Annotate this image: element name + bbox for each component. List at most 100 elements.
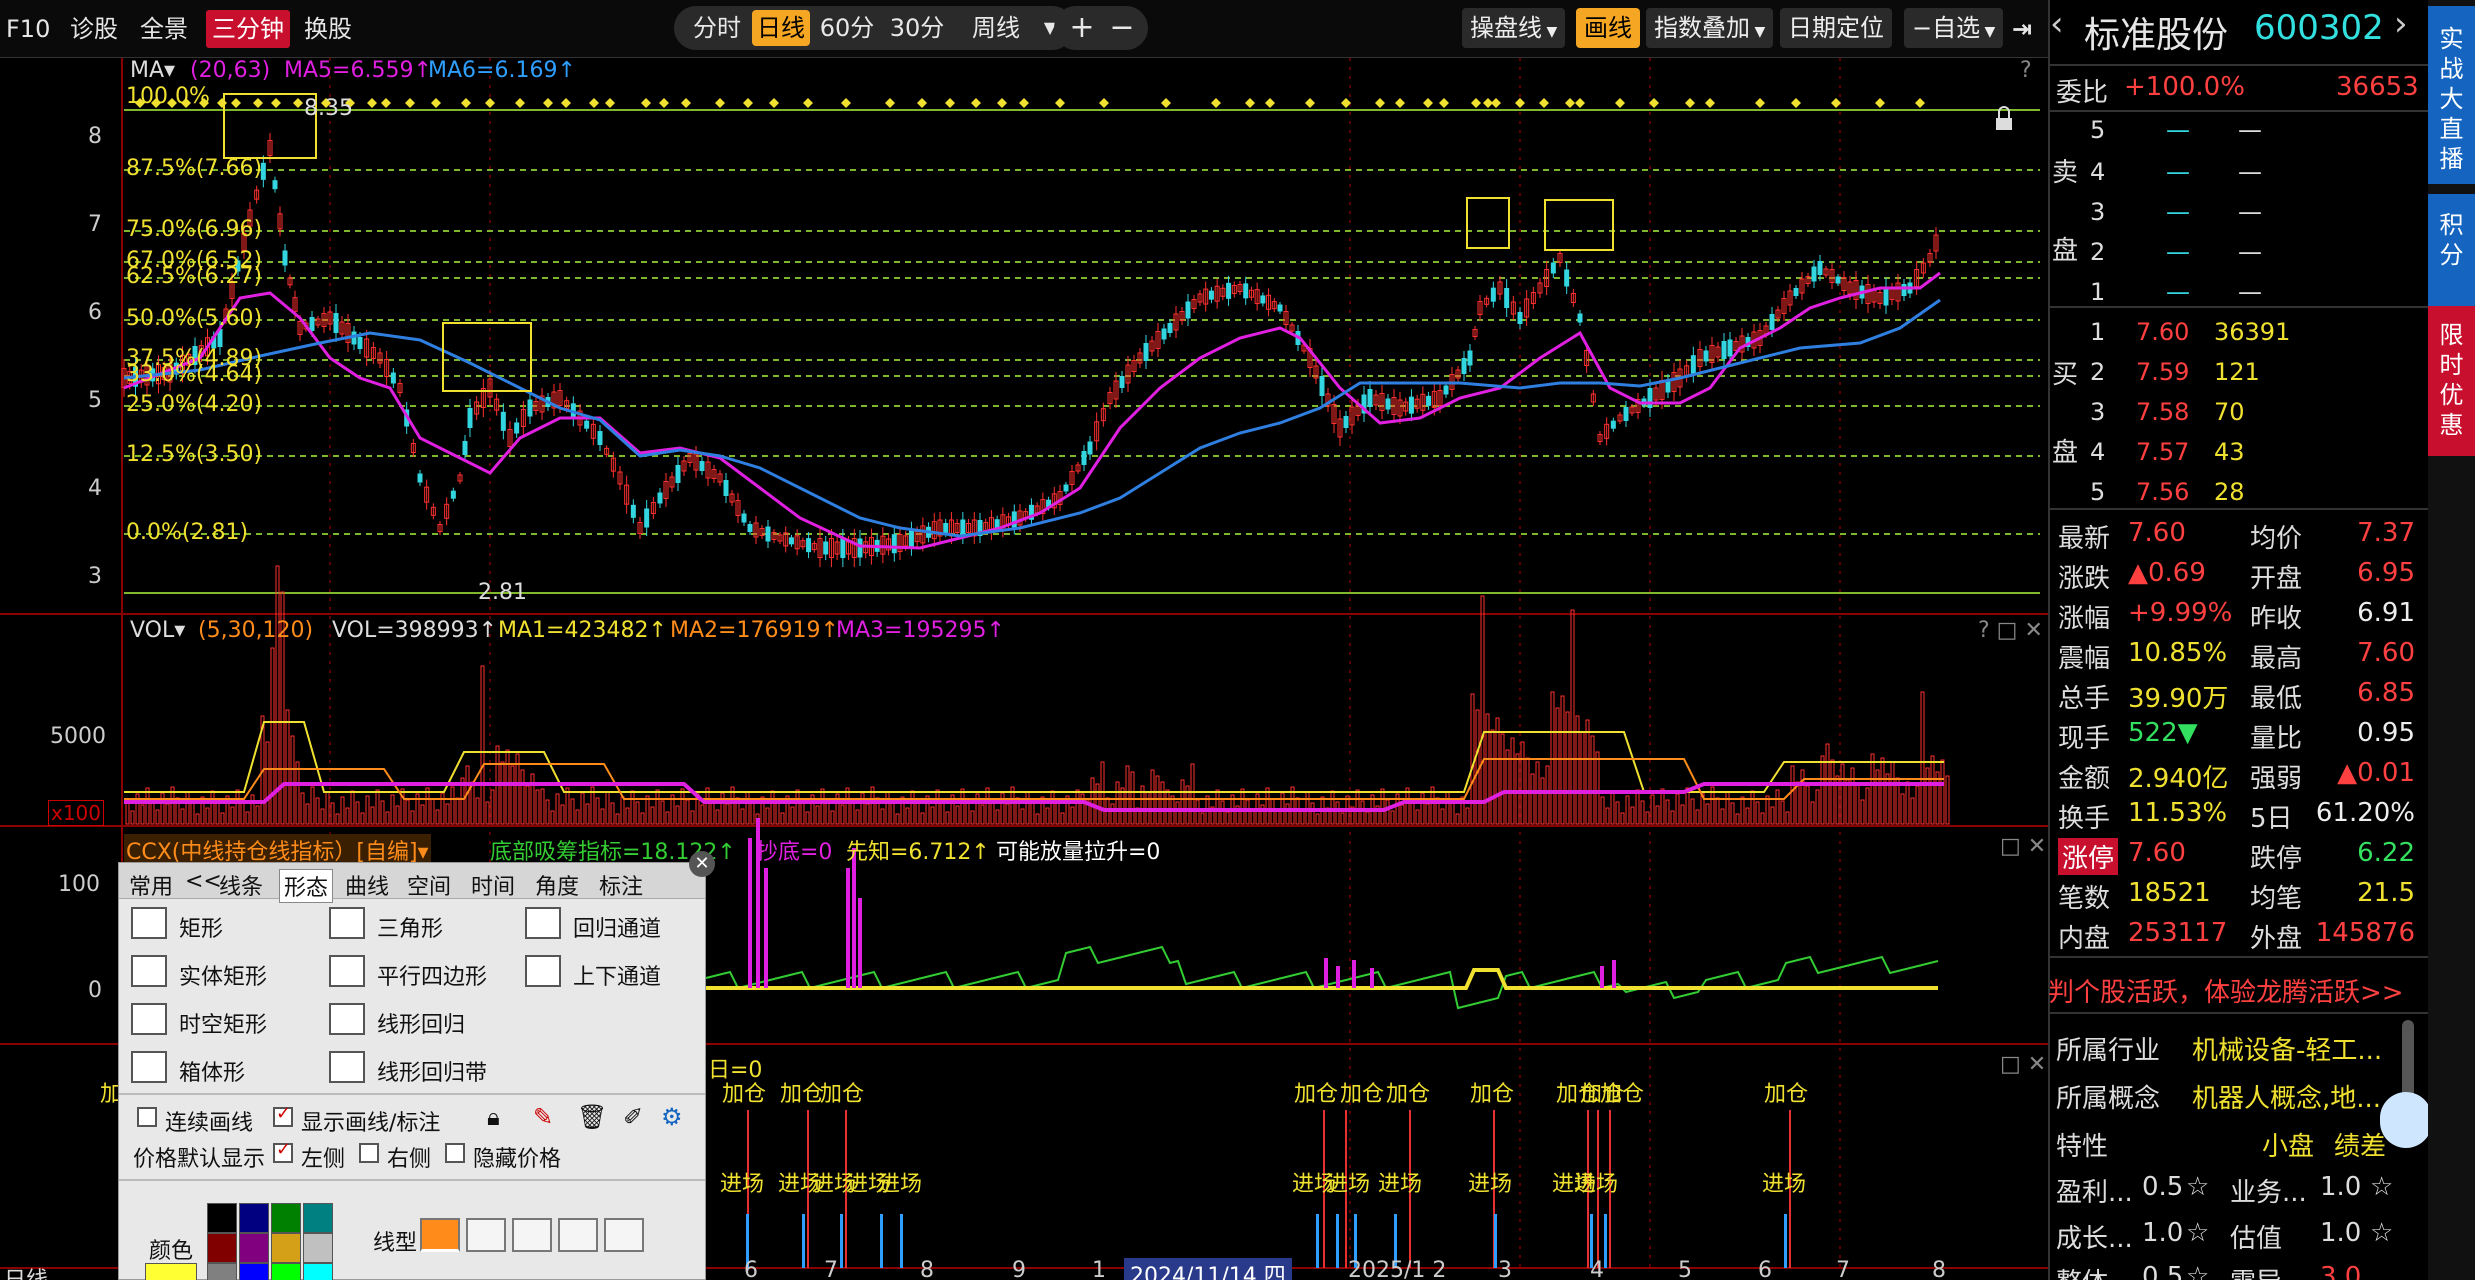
candle-body [699,461,705,471]
tab-shapes[interactable]: 形态 [279,869,334,903]
line-type-option[interactable] [512,1218,552,1252]
shape-regression-band[interactable]: 线形回归带 [377,1055,487,1087]
shape-box[interactable]: 箱体形 [179,1055,245,1087]
continuous-checkbox[interactable] [137,1107,157,1127]
color-swatch[interactable] [271,1203,301,1233]
ccx-pane-controls[interactable]: □ ✕ [2000,834,2046,859]
tab-lines[interactable]: 线条 [219,869,263,901]
date-locate-button[interactable]: 日期定位 [1780,8,1892,48]
show-drawings-checkbox[interactable]: ✓ [273,1103,293,1127]
dropdown-icon: ▼ [1542,24,1558,40]
tab-common[interactable]: 常用 [129,869,173,901]
tab-curves[interactable]: 曲线 [345,869,389,901]
operate-line-button[interactable]: 操盘线 ▼ [1462,8,1566,48]
watchlist-button[interactable]: −自选 ▼ [1904,8,2004,48]
concept-value[interactable]: 机器人概念,地... [2192,1078,2381,1115]
lock-icon[interactable]: 🔒︎ [487,1103,500,1131]
shape-parallelogram[interactable]: 平行四边形 [377,959,487,991]
color-swatch[interactable] [239,1263,269,1280]
candle-body [1185,301,1191,319]
next-stock-icon[interactable]: › [2394,4,2408,44]
period-60min[interactable]: 60分 [816,10,878,46]
timespace-rect-icon[interactable] [131,1003,167,1035]
period-daily[interactable]: 日线 [752,10,810,46]
hide-price-checkbox[interactable] [445,1143,465,1163]
color-swatch[interactable] [239,1203,269,1233]
brush-icon[interactable]: ✐ [623,1103,643,1131]
box-shape-icon[interactable] [131,1051,167,1083]
fullscreen-button[interactable]: 全景 [140,10,188,48]
tab-annotate[interactable]: 标注 [599,869,643,901]
left-checkbox[interactable]: ✓ [273,1139,293,1163]
color-swatch[interactable] [303,1263,333,1280]
shape-rectangle[interactable]: 矩形 [179,911,223,943]
regression-channel-icon[interactable] [525,907,561,939]
current-color-swatch[interactable] [145,1263,197,1280]
f10-button[interactable]: F10 [6,10,50,48]
line-type-option[interactable] [466,1218,506,1252]
parallelogram-icon[interactable] [329,955,365,987]
zoom-out-button[interactable]: − [1106,10,1138,46]
assistant-avatar[interactable] [2380,1092,2432,1148]
tab-angle[interactable]: 角度 [535,869,579,901]
diagnose-button[interactable]: 诊股 [70,10,118,48]
solid-rectangle-icon[interactable] [131,955,167,987]
prev-stock-icon[interactable]: ‹ [2050,4,2064,44]
ma-menu[interactable]: MA▾ [130,58,175,83]
updown-channel-icon[interactable] [525,955,561,987]
shape-updown-channel[interactable]: 上下通道 [573,959,661,991]
vol-pane-controls[interactable]: ? □ ✕ [1978,618,2043,643]
color-swatch[interactable] [207,1263,237,1280]
help-icon[interactable]: ? [2020,58,2032,83]
shape-triangle[interactable]: 三角形 [377,911,443,943]
points-tab[interactable]: 积分 [2428,194,2475,310]
volume-bar [1165,789,1170,825]
index-overlay-button[interactable]: 指数叠加 ▼ [1646,8,1774,48]
promo-link[interactable]: 判个股活跃，体验龙腾活跃>> [2048,972,2404,1009]
trash-icon[interactable]: 🗑︎ [577,1103,607,1131]
draw-line-button[interactable]: 画线 [1576,8,1640,48]
limited-offer-tab[interactable]: 限时优惠 [2428,306,2475,456]
right-checkbox[interactable] [359,1143,379,1163]
color-swatch[interactable] [271,1233,301,1263]
collapse-icon[interactable]: ⇥ [2012,10,2032,48]
industry-value[interactable]: 机械设备-轻工... [2192,1030,2382,1067]
tab-space[interactable]: 空间 [407,869,451,901]
period-fenshi[interactable]: 分时 [684,10,750,46]
color-swatch[interactable] [239,1233,269,1263]
color-swatch[interactable] [303,1203,333,1233]
regression-band-icon[interactable] [329,1051,365,1083]
linear-regression-icon[interactable] [329,1003,365,1035]
shape-linear-regression[interactable]: 线形回归 [377,1007,465,1039]
volume-bar [770,790,775,825]
line-type-option[interactable] [604,1218,644,1252]
line-type-option[interactable] [420,1218,460,1252]
triangle-tool-icon[interactable] [329,907,365,939]
shape-regression-channel[interactable]: 回归通道 [573,911,661,943]
live-broadcast-tab[interactable]: 实战大直播 [2428,6,2475,184]
switch-stock-button[interactable]: 换股 [304,10,352,48]
zoom-in-button[interactable]: + [1066,10,1098,46]
candle-body [1426,395,1432,406]
signal-pane-controls[interactable]: □ ✕ [2000,1052,2046,1077]
line-type-option[interactable] [558,1218,598,1252]
color-swatch[interactable] [207,1233,237,1263]
rectangle-tool-icon[interactable] [131,907,167,939]
three-minute-button[interactable]: 三分钟 [206,10,290,48]
tab-collapse[interactable]: << [185,869,222,894]
shape-timespace-rect[interactable]: 时空矩形 [179,1007,267,1039]
period-weekly[interactable]: 周线 [956,10,1036,46]
tab-time[interactable]: 时间 [471,869,515,901]
color-swatch[interactable] [271,1263,301,1280]
color-swatch[interactable] [207,1203,237,1233]
vol-menu[interactable]: VOL▾ [130,618,185,643]
close-panel-icon[interactable]: ✕ [689,851,715,877]
shape-solid-rectangle[interactable]: 实体矩形 [179,959,267,991]
volume-bar [1920,691,1925,825]
eraser-icon[interactable]: ✎ [533,1103,553,1131]
gear-icon[interactable]: ⚙ [661,1103,683,1131]
info-scrollbar[interactable] [2402,1020,2414,1100]
period-30min[interactable]: 30分 [884,10,950,46]
color-swatch[interactable] [303,1233,333,1263]
volume-bar [1380,788,1385,825]
